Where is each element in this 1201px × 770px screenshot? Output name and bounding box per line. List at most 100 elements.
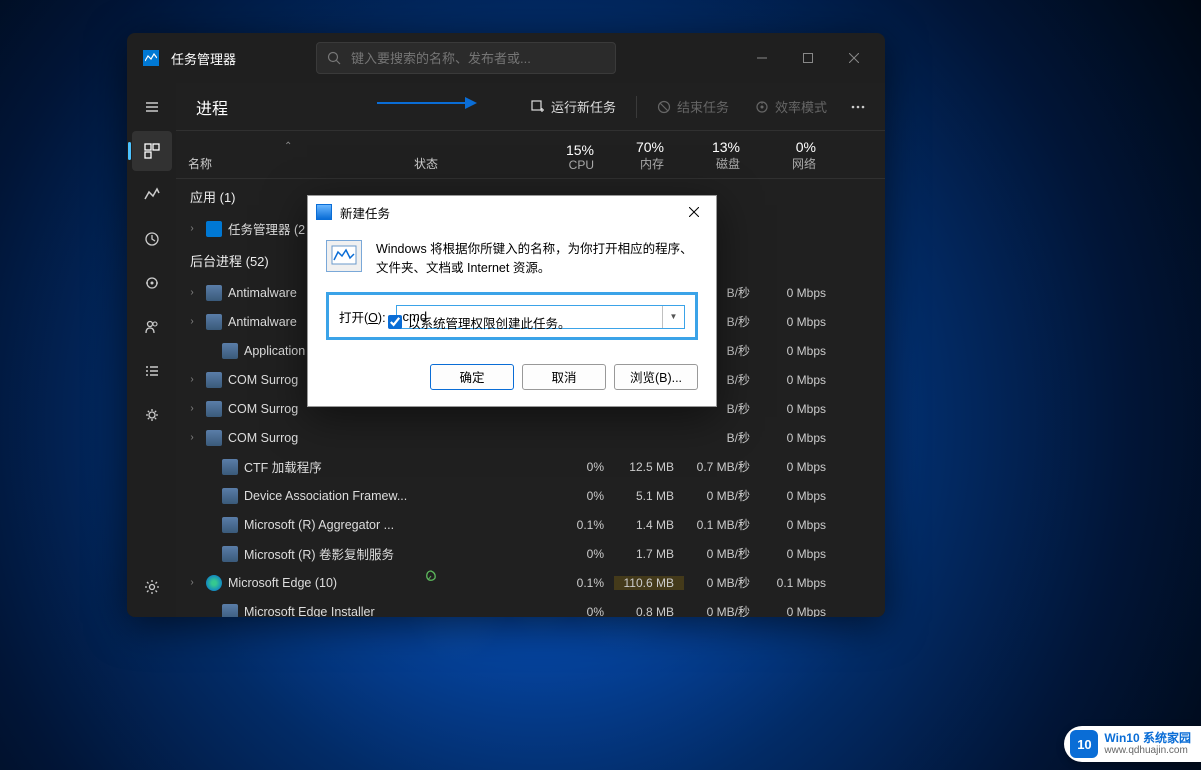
efficiency-icon [755, 100, 769, 114]
sidebar-users[interactable] [132, 307, 172, 347]
cancel-button[interactable]: 取消 [522, 364, 606, 390]
dialog-message: Windows 将根据你所键入的名称，为你打开相应的程序、 文件夹、文档或 In… [376, 240, 693, 278]
process-name: Device Association Framew... [244, 489, 424, 503]
sidebar-hamburger[interactable] [132, 87, 172, 127]
maximize-button[interactable] [785, 42, 831, 74]
open-label: 打开(O): [339, 307, 386, 326]
dialog-titlebar: 新建任务 [308, 196, 716, 228]
memory-value: 1.4 MB [614, 518, 684, 532]
cpu-value: 0% [544, 547, 614, 561]
table-row[interactable]: › Microsoft Edge (10) 0.1% 110.6 MB 0 MB… [176, 568, 885, 597]
network-value: 0.1 Mbps [760, 576, 836, 590]
process-icon [222, 459, 238, 475]
network-value: 0 Mbps [760, 315, 836, 329]
run-new-task-button[interactable]: 运行新任务 [521, 91, 626, 122]
sidebar-settings[interactable] [132, 567, 172, 607]
admin-checkbox[interactable] [388, 315, 402, 329]
memory-value: 5.1 MB [614, 489, 684, 503]
toolbar-separator [636, 96, 637, 118]
expand-toggle[interactable]: › [184, 223, 200, 234]
network-value: 0 Mbps [760, 605, 836, 618]
efficiency-mode-button[interactable]: 效率模式 [745, 91, 837, 122]
process-icon [206, 401, 222, 417]
sidebar-processes[interactable] [132, 131, 172, 171]
run-task-icon [531, 100, 545, 114]
cpu-value: 0% [544, 460, 614, 474]
column-status-header[interactable]: 状态 [414, 155, 534, 172]
end-task-button[interactable]: 结束任务 [647, 91, 739, 122]
network-value: 0 Mbps [760, 373, 836, 387]
expand-toggle[interactable]: › [184, 374, 200, 385]
disk-value: 0 MB/秒 [684, 545, 760, 562]
process-status [424, 569, 544, 597]
column-network-header[interactable]: 0%网络 [750, 139, 826, 172]
network-value: 0 Mbps [760, 431, 836, 445]
memory-value: 1.7 MB [614, 547, 684, 561]
process-icon [206, 314, 222, 330]
search-box[interactable] [316, 42, 616, 74]
table-row[interactable]: CTF 加载程序 0% 12.5 MB 0.7 MB/秒 0 Mbps [176, 452, 885, 481]
network-value: 0 Mbps [760, 518, 836, 532]
expand-toggle[interactable]: › [184, 287, 200, 298]
run-dialog-icon [326, 240, 362, 272]
search-input[interactable] [351, 51, 605, 66]
process-name: Microsoft Edge Installer [244, 605, 424, 618]
watermark-url: www.qdhuajin.com [1104, 745, 1191, 756]
expand-toggle[interactable]: › [184, 432, 200, 443]
expand-toggle[interactable]: › [184, 403, 200, 414]
minimize-button[interactable] [739, 42, 785, 74]
sidebar-history[interactable] [132, 219, 172, 259]
network-value: 0 Mbps [760, 402, 836, 416]
table-header: ⌃ 名称 状态 15%CPU 70%内存 13%磁盘 0%网络 [176, 131, 885, 179]
process-icon [222, 488, 238, 504]
process-icon [222, 343, 238, 359]
disk-value: 0 MB/秒 [684, 574, 760, 591]
process-icon [206, 285, 222, 301]
efficiency-leaf-icon [424, 569, 544, 583]
table-row[interactable]: Microsoft (R) 卷影复制服务 0% 1.7 MB 0 MB/秒 0 … [176, 539, 885, 568]
close-button[interactable] [831, 42, 877, 74]
column-disk-header[interactable]: 13%磁盘 [674, 139, 750, 172]
process-icon [206, 430, 222, 446]
sidebar-services[interactable] [132, 395, 172, 435]
process-name: Microsoft Edge (10) [228, 576, 424, 590]
memory-value: 0.8 MB [614, 605, 684, 618]
watermark: 10 Win10 系统家园 www.qdhuajin.com [1064, 726, 1201, 762]
process-icon [222, 517, 238, 533]
column-cpu-header[interactable]: 15%CPU [534, 142, 604, 172]
ok-button[interactable]: 确定 [430, 364, 514, 390]
disk-value: 0.1 MB/秒 [684, 516, 760, 533]
expand-toggle[interactable]: › [184, 316, 200, 327]
column-memory-header[interactable]: 70%内存 [604, 139, 674, 172]
process-icon [206, 372, 222, 388]
table-row[interactable]: Microsoft Edge Installer 0% 0.8 MB 0 MB/… [176, 597, 885, 617]
app-title: 任务管理器 [171, 49, 236, 68]
table-row[interactable]: Microsoft (R) Aggregator ... 0.1% 1.4 MB… [176, 510, 885, 539]
dialog-close-button[interactable] [680, 202, 708, 222]
network-value: 0 Mbps [760, 547, 836, 561]
table-row[interactable]: Device Association Framew... 0% 5.1 MB 0… [176, 481, 885, 510]
memory-value: 12.5 MB [614, 460, 684, 474]
sidebar-startup[interactable] [132, 263, 172, 303]
disk-value: B/秒 [684, 429, 760, 446]
disk-value: 0 MB/秒 [684, 603, 760, 617]
disk-value: 0 MB/秒 [684, 487, 760, 504]
sidebar-performance[interactable] [132, 175, 172, 215]
process-icon [222, 604, 238, 618]
process-icon [206, 221, 222, 237]
column-name-header[interactable]: ⌃ 名称 [184, 155, 414, 172]
dialog-title: 新建任务 [340, 203, 390, 222]
sidebar [127, 83, 176, 617]
network-value: 0 Mbps [760, 489, 836, 503]
toolbar-more-button[interactable] [843, 99, 873, 115]
expand-toggle[interactable]: › [184, 577, 200, 588]
table-row[interactable]: › COM Surrog B/秒 0 Mbps [176, 423, 885, 452]
window-controls [739, 42, 877, 74]
admin-checkbox-label[interactable]: 以系统管理权限创建此任务。 [408, 313, 571, 332]
new-task-dialog: 新建任务 Windows 将根据你所键入的名称，为你打开相应的程序、 文件夹、文… [307, 195, 717, 407]
sidebar-details[interactable] [132, 351, 172, 391]
process-name: COM Surrog [228, 431, 424, 445]
browse-button[interactable]: 浏览(B)... [614, 364, 698, 390]
network-value: 0 Mbps [760, 460, 836, 474]
process-icon [222, 546, 238, 562]
